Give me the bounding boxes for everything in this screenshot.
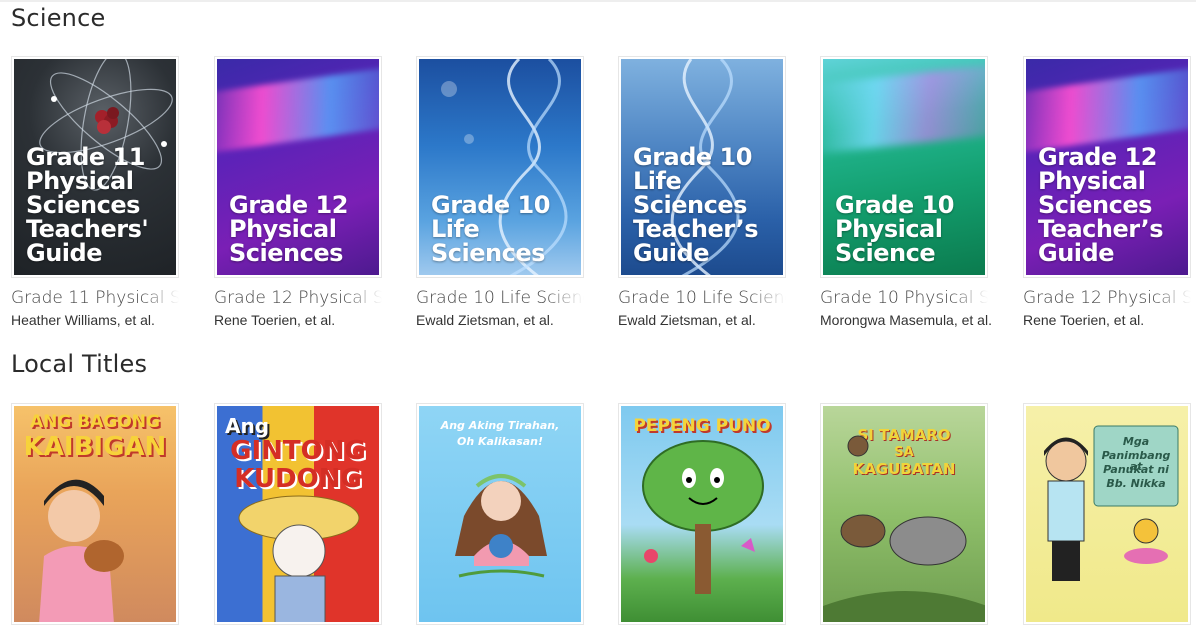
book-cover[interactable]: Grade 10 Physical Science <box>820 56 988 278</box>
book-title[interactable]: Grade 10 Life Sciences Teacher’s Guide <box>618 288 786 308</box>
cover-image: Grade 11 Physical Sciences Teachers' Guide <box>14 59 176 275</box>
book-author: Heather Williams, et al. <box>11 312 155 328</box>
book-title[interactable]: Grade 12 Physical Sciences <box>214 288 382 308</box>
book-cover[interactable]: Grade 12 Physical Sciences <box>214 56 382 278</box>
book-author: Rene Toerien, et al. <box>1023 312 1145 328</box>
cover-image: Mga Panimbang at Panukat ni Bb. Nikka <box>1026 406 1188 622</box>
book-cover[interactable]: Ang Aking Tirahan, Oh Kalikasan! <box>416 403 584 625</box>
book-author: Ewald Zietsman, et al. <box>618 312 756 328</box>
section-title-local-titles: Local Titles <box>11 350 148 378</box>
book-card[interactable]: SI TAMARO SA KAGUBATAN <box>820 403 990 625</box>
book-card[interactable]: Grade 11 Physical Sciences Teachers' Guide G… <box>11 56 181 328</box>
cover-title: Grade 10 Life Sciences <box>431 191 550 267</box>
book-author: Ewald Zietsman, et al. <box>416 312 554 328</box>
book-card[interactable]: Grade 10 Life Sciences Teacher’s Guide Grade… <box>618 56 788 328</box>
book-cover[interactable]: PEPENG PUNO <box>618 403 786 625</box>
cover-image: Grade 12 Physical Sciences <box>217 59 379 275</box>
book-cover[interactable]: Ang GINTONG KUDONG <box>214 403 382 625</box>
cover-image: Ang Aking Tirahan, Oh Kalikasan! <box>419 406 581 622</box>
book-card[interactable]: PEPENG PUNO <box>618 403 788 625</box>
cover-image: ANG BAGONG KAIBIGAN <box>14 406 176 622</box>
book-card[interactable]: Grade 12 Physical Sciences Grade 12 Physic… <box>214 56 384 328</box>
girl-earth-illustration <box>455 474 547 578</box>
cover-title: Grade 10 Physical Science <box>835 191 954 267</box>
tree-illustration <box>642 440 764 594</box>
book-cover[interactable]: ANG BAGONG KAIBIGAN <box>11 403 179 625</box>
girl-illustration <box>39 479 124 622</box>
cover-title: Grade 11 Physical Sciences Teachers' Guide <box>26 143 149 267</box>
book-cover[interactable]: Grade 12 Physical Sciences Teacher’s Guide <box>1023 56 1191 278</box>
book-card[interactable]: Grade 10 Physical Science Grade 10 Physica… <box>820 56 992 328</box>
cover-image: Grade 10 Life Sciences <box>419 59 581 275</box>
book-cover[interactable]: SI TAMARO SA KAGUBATAN <box>820 403 988 625</box>
cover-title: Grade 10 Life Sciences Teacher’s Guide <box>633 143 759 267</box>
book-cover[interactable]: Grade 10 Life Sciences Teacher’s Guide <box>618 56 786 278</box>
boy-illustration <box>238 495 360 622</box>
top-divider <box>0 0 1196 2</box>
book-title[interactable]: Grade 11 Physical Sciences Teachers' Gui… <box>11 288 179 308</box>
cover-image: Grade 10 Physical Science <box>823 59 985 275</box>
book-cover[interactable]: Grade 10 Life Sciences <box>416 56 584 278</box>
book-title[interactable]: Grade 10 Life Sciences <box>416 288 584 308</box>
book-card[interactable]: Grade 12 Physical Sciences Teacher’s Guide G… <box>1023 56 1193 328</box>
cover-title: Grade 12 Physical Sciences <box>229 191 348 267</box>
animals-illustration <box>823 435 985 622</box>
book-cover[interactable]: Mga Panimbang at Panukat ni Bb. Nikka <box>1023 403 1191 625</box>
cover-image: Ang GINTONG KUDONG <box>217 406 379 622</box>
cover-title: Grade 12 Physical Sciences Teacher’s Guide <box>1038 143 1164 267</box>
book-card[interactable]: ANG BAGONG KAIBIGAN <box>11 403 181 625</box>
book-cover[interactable]: Grade 11 Physical Sciences Teachers' Guide <box>11 56 179 278</box>
section-title-science: Science <box>11 4 106 32</box>
book-title[interactable]: Grade 10 Physical Science <box>820 288 988 308</box>
cover-image: Grade 10 Life Sciences Teacher’s Guide <box>621 59 783 275</box>
book-card[interactable]: Ang Aking Tirahan, Oh Kalikasan! <box>416 403 586 625</box>
cover-image: Grade 12 Physical Sciences Teacher’s Guide <box>1026 59 1188 275</box>
cover-image: PEPENG PUNO <box>621 406 783 622</box>
book-card[interactable]: Mga Panimbang at Panukat ni Bb. Nikka <box>1023 403 1193 625</box>
book-card[interactable]: Grade 10 Life Sciences Grade 10 Life Scien… <box>416 56 586 328</box>
book-author: Rene Toerien, et al. <box>214 312 336 328</box>
book-author: Morongwa Masemula, et al. <box>820 312 992 328</box>
cover-image: SI TAMARO SA KAGUBATAN <box>823 406 985 622</box>
book-title[interactable]: Grade 12 Physical Sciences Teacher’s Gui… <box>1023 288 1191 308</box>
book-card[interactable]: Ang GINTONG KUDONG <box>214 403 384 625</box>
